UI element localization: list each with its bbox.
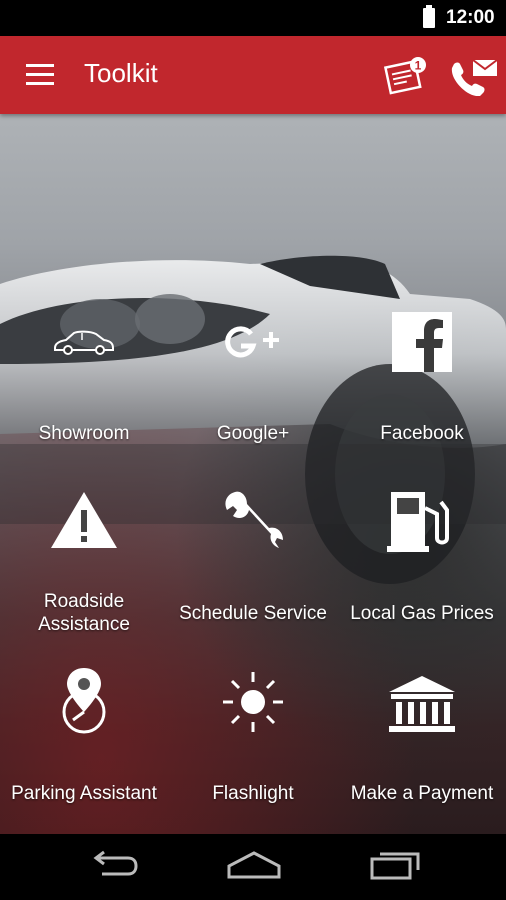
tile-label: Google+ (216, 423, 290, 444)
page-title: Toolkit (84, 58, 158, 88)
car-icon (54, 330, 114, 355)
app-bar: Toolkit 1 (0, 36, 506, 114)
tile-make-a-payment[interactable]: Make a Payment (338, 660, 506, 820)
phone-mail-icon[interactable] (448, 56, 500, 96)
google-plus-icon (225, 326, 279, 358)
sun-icon (223, 672, 283, 732)
tile-label: Parking Assistant (11, 783, 157, 804)
facebook-icon (392, 312, 452, 372)
home-icon[interactable] (226, 850, 282, 880)
bank-icon (389, 676, 455, 732)
wrench-icon (225, 491, 283, 548)
tile-google-plus[interactable]: Google+ (169, 290, 337, 450)
back-icon[interactable] (88, 850, 138, 880)
menu-icon[interactable] (26, 64, 54, 86)
gas-pump-icon (387, 492, 449, 552)
tile-parking-assistant[interactable]: Parking Assistant (0, 660, 168, 820)
notes-icon[interactable]: 1 (384, 56, 428, 96)
tile-label: Flashlight (212, 783, 294, 804)
tile-local-gas-prices[interactable]: Local Gas Prices (338, 480, 506, 640)
notification-count: 1 (415, 59, 422, 73)
tile-roadside-assistance[interactable]: Roadside Assistance (0, 480, 168, 640)
battery-icon (423, 5, 435, 28)
tile-showroom[interactable]: Showroom (0, 290, 168, 450)
tile-label: Showroom (38, 423, 130, 444)
map-pin-clock-icon (62, 668, 106, 734)
tile-label: Local Gas Prices (350, 603, 494, 624)
tile-label: Make a Payment (350, 783, 494, 804)
warning-icon (51, 492, 117, 548)
navigation-bar (0, 834, 506, 900)
tile-schedule-service[interactable]: Schedule Service (169, 480, 337, 640)
tile-label: Schedule Service (179, 603, 327, 624)
tile-flashlight[interactable]: Flashlight (169, 660, 337, 820)
tile-label: Roadside Assistance (38, 591, 130, 635)
recent-apps-icon[interactable] (370, 850, 422, 880)
tile-label: Facebook (380, 423, 464, 444)
status-bar: 12:00 (0, 0, 506, 36)
tile-facebook[interactable]: Facebook (338, 290, 506, 450)
status-clock: 12:00 (446, 7, 495, 28)
